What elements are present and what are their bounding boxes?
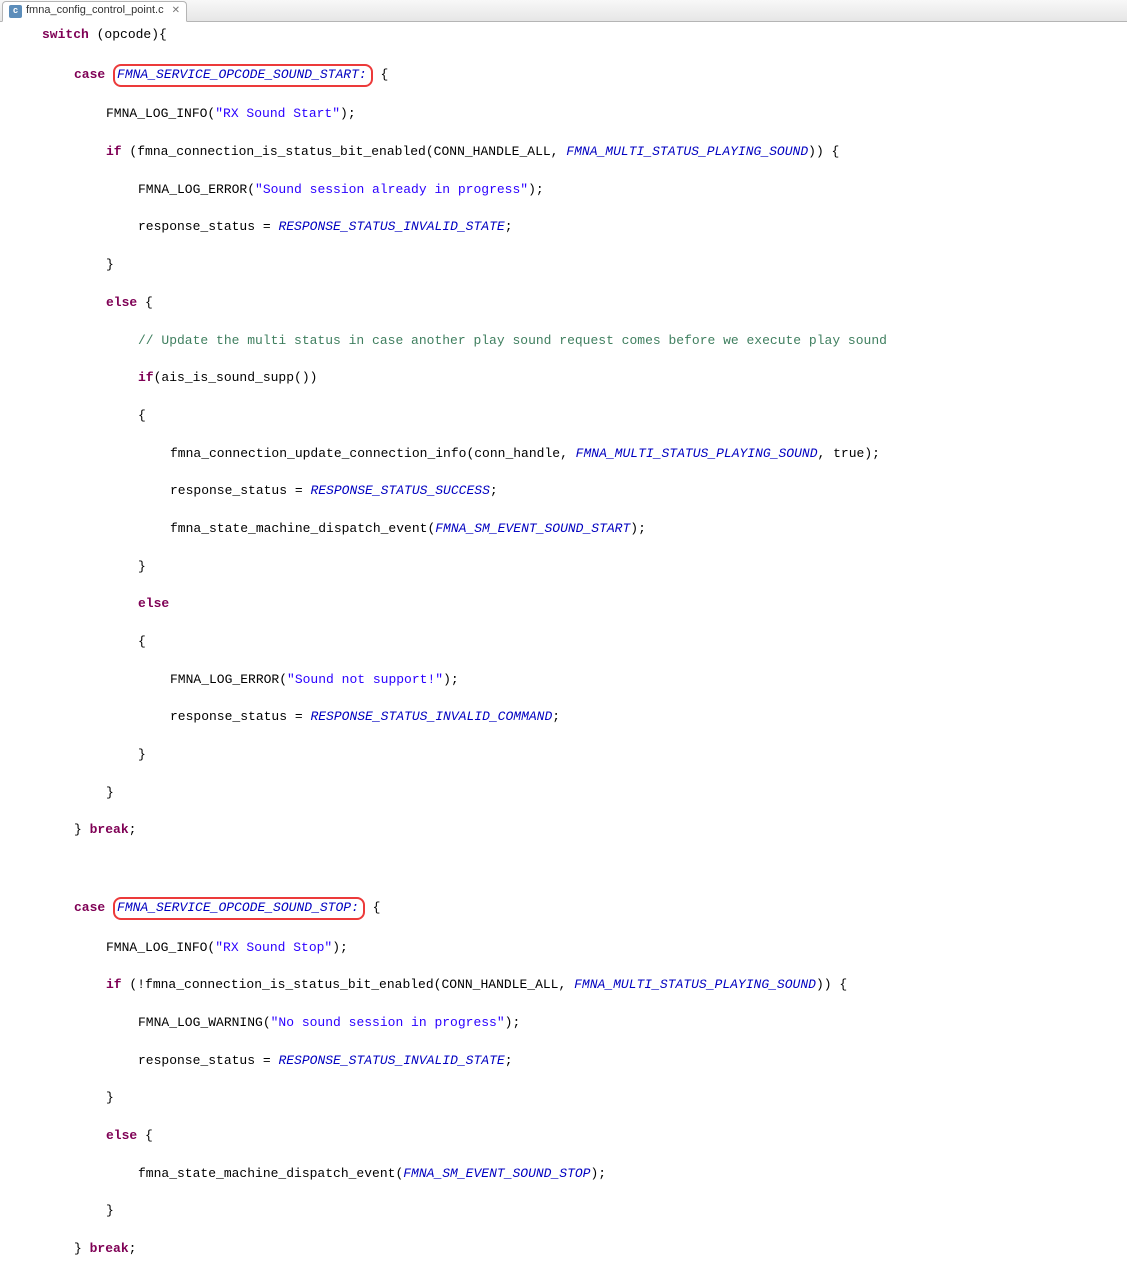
const-invalid-command: RESPONSE_STATUS_INVALID_COMMAND bbox=[310, 709, 552, 724]
keyword-else: else bbox=[106, 295, 137, 310]
code-text: ; bbox=[505, 219, 513, 234]
code-text: ); bbox=[332, 940, 348, 955]
editor-tab[interactable]: c fmna_config_control_point.c ✕ bbox=[2, 1, 187, 22]
const-playing-sound: FMNA_MULTI_STATUS_PLAYING_SOUND bbox=[576, 446, 818, 461]
const-sm-event-start: FMNA_SM_EVENT_SOUND_START bbox=[435, 521, 630, 536]
tab-filename: fmna_config_control_point.c bbox=[26, 3, 164, 19]
code-text: response_status = bbox=[170, 483, 310, 498]
fn-log-error: FMNA_LOG_ERROR( bbox=[138, 182, 255, 197]
code-text: ); bbox=[340, 106, 356, 121]
close-icon[interactable]: ✕ bbox=[172, 4, 180, 19]
string-literal: "RX Sound Stop" bbox=[215, 940, 332, 955]
code-text: (fmna_connection_is_status_bit_enabled(C… bbox=[122, 144, 567, 159]
code-text: { bbox=[365, 900, 381, 915]
code-text: ; bbox=[505, 1053, 513, 1068]
code-text: ; bbox=[129, 1241, 137, 1256]
keyword-else: else bbox=[138, 596, 169, 611]
code-text: (opcode){ bbox=[89, 27, 167, 42]
keyword-break: break bbox=[90, 1241, 129, 1256]
code-text: ); bbox=[528, 182, 544, 197]
brace: } bbox=[106, 785, 114, 800]
c-file-icon: c bbox=[9, 5, 22, 18]
code-text: fmna_connection_update_connection_info(c… bbox=[170, 446, 576, 461]
editor-tab-bar: c fmna_config_control_point.c ✕ bbox=[0, 0, 1127, 22]
fn-log-error: FMNA_LOG_ERROR( bbox=[170, 672, 287, 687]
fn-log-info: FMNA_LOG_INFO( bbox=[106, 940, 215, 955]
code-text: ); bbox=[590, 1166, 606, 1181]
code-text: { bbox=[137, 1128, 153, 1143]
code-text: , true); bbox=[818, 446, 880, 461]
keyword-if: if bbox=[106, 977, 122, 992]
brace: } bbox=[106, 257, 114, 272]
code-text: ; bbox=[552, 709, 560, 724]
code-editor[interactable]: switch (opcode){ case FMNA_SERVICE_OPCOD… bbox=[0, 22, 1127, 1288]
brace: } bbox=[74, 1241, 90, 1256]
code-text: (!fmna_connection_is_status_bit_enabled(… bbox=[122, 977, 574, 992]
brace: } bbox=[74, 822, 90, 837]
keyword-switch: switch bbox=[42, 27, 89, 42]
const-playing-sound: FMNA_MULTI_STATUS_PLAYING_SOUND bbox=[574, 977, 816, 992]
keyword-break: break bbox=[90, 822, 129, 837]
highlight-box-sound-start: FMNA_SERVICE_OPCODE_SOUND_START: bbox=[113, 64, 373, 87]
string-literal: "RX Sound Start" bbox=[215, 106, 340, 121]
brace: } bbox=[106, 1203, 114, 1218]
code-text: response_status = bbox=[138, 219, 278, 234]
code-text: response_status = bbox=[138, 1053, 278, 1068]
code-text: (ais_is_sound_supp()) bbox=[154, 370, 318, 385]
const-success: RESPONSE_STATUS_SUCCESS bbox=[310, 483, 489, 498]
const-invalid-state: RESPONSE_STATUS_INVALID_STATE bbox=[278, 219, 504, 234]
fn-log-warning: FMNA_LOG_WARNING( bbox=[138, 1015, 271, 1030]
code-text: )) { bbox=[808, 144, 839, 159]
brace: { bbox=[138, 408, 146, 423]
const-opcode-stop: FMNA_SERVICE_OPCODE_SOUND_STOP: bbox=[117, 900, 359, 915]
keyword-else: else bbox=[106, 1128, 137, 1143]
code-text: { bbox=[373, 67, 389, 82]
brace: } bbox=[106, 1090, 114, 1105]
comment: // Update the multi status in case anoth… bbox=[138, 333, 887, 348]
const-opcode-start: FMNA_SERVICE_OPCODE_SOUND_START: bbox=[117, 67, 367, 82]
code-text: ; bbox=[129, 822, 137, 837]
highlight-box-sound-stop: FMNA_SERVICE_OPCODE_SOUND_STOP: bbox=[113, 897, 365, 920]
code-text: ; bbox=[490, 483, 498, 498]
code-text: { bbox=[137, 295, 153, 310]
keyword-if: if bbox=[138, 370, 154, 385]
brace: } bbox=[138, 559, 146, 574]
code-text: response_status = bbox=[170, 709, 310, 724]
brace: } bbox=[138, 747, 146, 762]
code-text: ); bbox=[630, 521, 646, 536]
keyword-if: if bbox=[106, 144, 122, 159]
code-text: fmna_state_machine_dispatch_event( bbox=[138, 1166, 403, 1181]
const-sm-event-stop: FMNA_SM_EVENT_SOUND_STOP bbox=[403, 1166, 590, 1181]
code-text: fmna_state_machine_dispatch_event( bbox=[170, 521, 435, 536]
const-playing-sound: FMNA_MULTI_STATUS_PLAYING_SOUND bbox=[566, 144, 808, 159]
fn-log-info: FMNA_LOG_INFO( bbox=[106, 106, 215, 121]
string-literal: "Sound session already in progress" bbox=[255, 182, 528, 197]
code-text: ); bbox=[505, 1015, 521, 1030]
string-literal: "Sound not support!" bbox=[287, 672, 443, 687]
code-text: ); bbox=[443, 672, 459, 687]
keyword-case: case bbox=[74, 900, 105, 915]
const-invalid-state: RESPONSE_STATUS_INVALID_STATE bbox=[278, 1053, 504, 1068]
keyword-case: case bbox=[74, 67, 105, 82]
code-text: )) { bbox=[816, 977, 847, 992]
brace: { bbox=[138, 634, 146, 649]
string-literal: "No sound session in progress" bbox=[271, 1015, 505, 1030]
